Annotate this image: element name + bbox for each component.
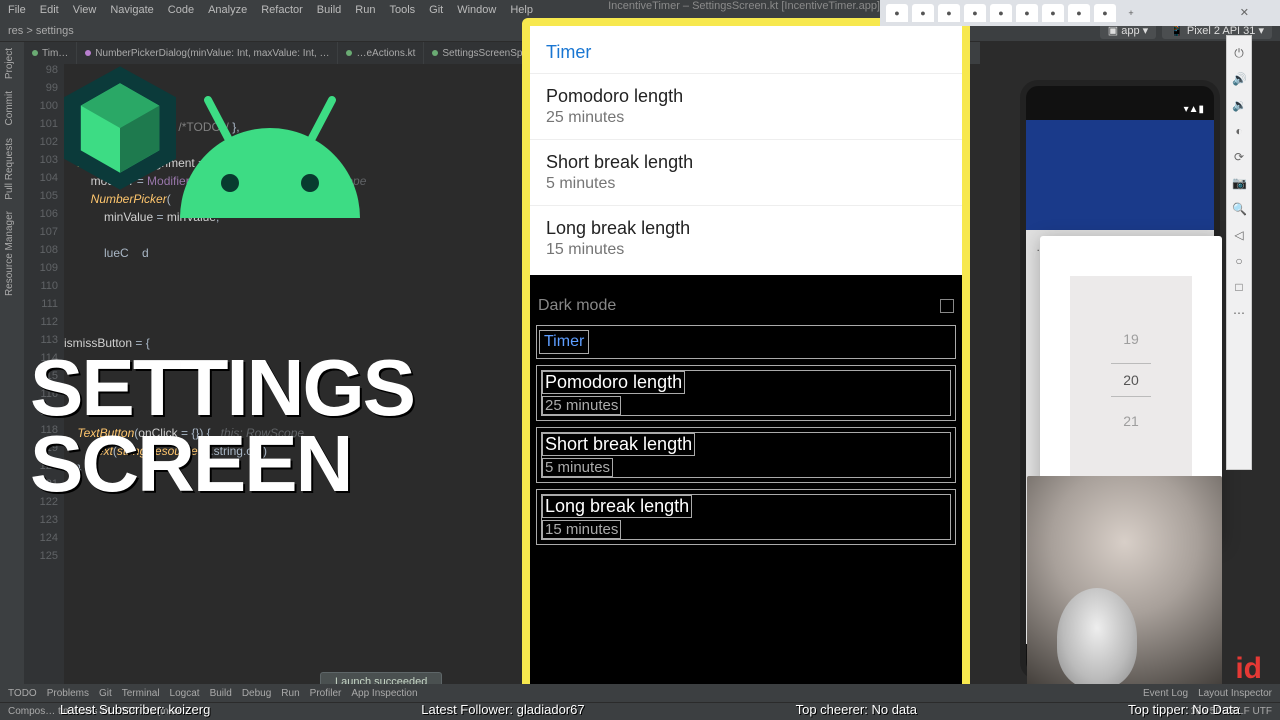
settings-section-header: Timer xyxy=(530,26,962,73)
settings-row[interactable]: Long break length 15 minutes xyxy=(530,205,962,271)
browser-tab[interactable]: ● xyxy=(1042,4,1064,22)
settings-row[interactable]: Pomodoro length 25 minutes xyxy=(541,370,951,416)
menu-tools[interactable]: Tools xyxy=(389,4,415,16)
tw-logcat[interactable]: Logcat xyxy=(170,688,200,699)
number-picker[interactable]: 19 20 21 xyxy=(1070,276,1192,484)
dark-mode-toggle-row[interactable]: Dark mode xyxy=(530,275,962,325)
tw-eventlog[interactable]: Event Log xyxy=(1143,688,1188,699)
menu-analyze[interactable]: Analyze xyxy=(208,4,247,16)
sidebar-pullrequests[interactable]: Pull Requests xyxy=(0,132,19,206)
settings-preview-panel: Timer Pomodoro length 25 minutes Short b… xyxy=(522,18,970,710)
android-icon xyxy=(170,88,370,218)
browser-tab[interactable]: ● xyxy=(1068,4,1090,22)
picker-value[interactable]: 21 xyxy=(1123,413,1139,429)
window-title: IncentiveTimer – SettingsScreen.kt [Ince… xyxy=(608,0,880,12)
emulator-controls[interactable]: ✕ ⏻ 🔊 🔉 ◐ ⟳ 📷 🔍 ◁ ○ □ ⋯ xyxy=(1226,35,1252,470)
partial-text: id xyxy=(1235,652,1262,686)
menu-file[interactable]: File xyxy=(8,4,26,16)
tw-git[interactable]: Git xyxy=(99,688,112,699)
zoom-icon[interactable]: 🔍 xyxy=(1232,202,1246,216)
sidebar-project[interactable]: Project xyxy=(0,42,19,85)
volume-down-icon[interactable]: 🔉 xyxy=(1232,98,1246,112)
new-tab-button[interactable]: + xyxy=(1120,4,1142,22)
top-cheerer: Top cheerer: No data xyxy=(796,702,917,720)
top-tipper: Top tipper: No Data xyxy=(1128,702,1240,720)
browser-tab[interactable]: ● xyxy=(1094,4,1116,22)
browser-tabstrip[interactable]: ● ● ● ● ● ● ● ● ● + xyxy=(880,0,1280,26)
phone-status-icons: ▾▲▮ xyxy=(1184,104,1204,115)
rotate-right-icon[interactable]: ⟳ xyxy=(1232,150,1246,164)
tw-build[interactable]: Build xyxy=(210,688,232,699)
menu-help[interactable]: Help xyxy=(510,4,533,16)
logo-overlay xyxy=(20,28,370,228)
webcam-overlay: id xyxy=(1027,476,1222,696)
settings-dark-preview: Timer Pomodoro length 25 minutes Short b… xyxy=(536,325,956,545)
thumbnail-title: SETTINGS SCREEN xyxy=(30,350,414,502)
menu-git[interactable]: Git xyxy=(429,4,443,16)
jetpack-compose-icon xyxy=(50,58,190,198)
menu-view[interactable]: View xyxy=(73,4,97,16)
back-icon[interactable]: ◁ xyxy=(1232,228,1246,242)
menu-edit[interactable]: Edit xyxy=(40,4,59,16)
power-icon[interactable]: ⏻ xyxy=(1232,46,1246,60)
mouse-cursor-icon: ↖ xyxy=(1060,456,1070,470)
bottom-toolwindows[interactable]: TODO Problems Git Terminal Logcat Build … xyxy=(0,684,1280,702)
overview-icon[interactable]: □ xyxy=(1232,280,1246,294)
close-icon[interactable]: ✕ xyxy=(1240,6,1249,19)
browser-tab[interactable]: ● xyxy=(912,4,934,22)
browser-tab[interactable]: ● xyxy=(886,4,908,22)
browser-tab[interactable]: ● xyxy=(1016,4,1038,22)
settings-row[interactable]: Pomodoro length 25 minutes xyxy=(530,73,962,139)
menu-refactor[interactable]: Refactor xyxy=(261,4,303,16)
tw-run[interactable]: Run xyxy=(281,688,299,699)
tw-terminal[interactable]: Terminal xyxy=(122,688,160,699)
checkbox-icon[interactable] xyxy=(940,299,954,313)
picker-value[interactable]: 19 xyxy=(1123,331,1139,347)
phone-appbar xyxy=(1026,120,1214,230)
latest-subscriber: Latest Subscriber: koizerg xyxy=(60,702,210,720)
menu-code[interactable]: Code xyxy=(168,4,194,16)
browser-tab[interactable]: ● xyxy=(990,4,1012,22)
tw-problems[interactable]: Problems xyxy=(47,688,89,699)
menu-run[interactable]: Run xyxy=(355,4,375,16)
volume-up-icon[interactable]: 🔊 xyxy=(1232,72,1246,86)
home-icon[interactable]: ○ xyxy=(1232,254,1246,268)
sidebar-resourcemanager[interactable]: Resource Manager xyxy=(0,205,19,302)
screenshot-icon[interactable]: 📷 xyxy=(1232,176,1246,190)
more-icon[interactable]: ⋯ xyxy=(1232,306,1246,320)
picker-value-selected[interactable]: 20 xyxy=(1111,363,1151,397)
tw-profiler[interactable]: Profiler xyxy=(310,688,342,699)
tw-todo[interactable]: TODO xyxy=(8,688,37,699)
settings-light-preview: Timer Pomodoro length 25 minutes Short b… xyxy=(530,26,962,275)
latest-follower: Latest Follower: gladiador67 xyxy=(421,702,584,720)
settings-section-header: Timer xyxy=(539,330,589,354)
menu-navigate[interactable]: Navigate xyxy=(110,4,153,16)
tw-debug[interactable]: Debug xyxy=(242,688,271,699)
tw-appinspection[interactable]: App Inspection xyxy=(351,688,417,699)
menu-window[interactable]: Window xyxy=(457,4,496,16)
browser-tab[interactable]: ● xyxy=(964,4,986,22)
sidebar-commit[interactable]: Commit xyxy=(0,85,19,131)
menu-build[interactable]: Build xyxy=(317,4,341,16)
browser-tab[interactable]: ● xyxy=(938,4,960,22)
tw-layoutinspector[interactable]: Layout Inspector xyxy=(1198,688,1272,699)
settings-row[interactable]: Long break length 15 minutes xyxy=(541,494,951,540)
stream-info-strip: Latest Subscriber: koizerg Latest Follow… xyxy=(60,702,1240,720)
settings-row[interactable]: Short break length 5 minutes xyxy=(530,139,962,205)
settings-row[interactable]: Short break length 5 minutes xyxy=(541,432,951,478)
rotate-left-icon[interactable]: ◐ xyxy=(1232,124,1246,138)
